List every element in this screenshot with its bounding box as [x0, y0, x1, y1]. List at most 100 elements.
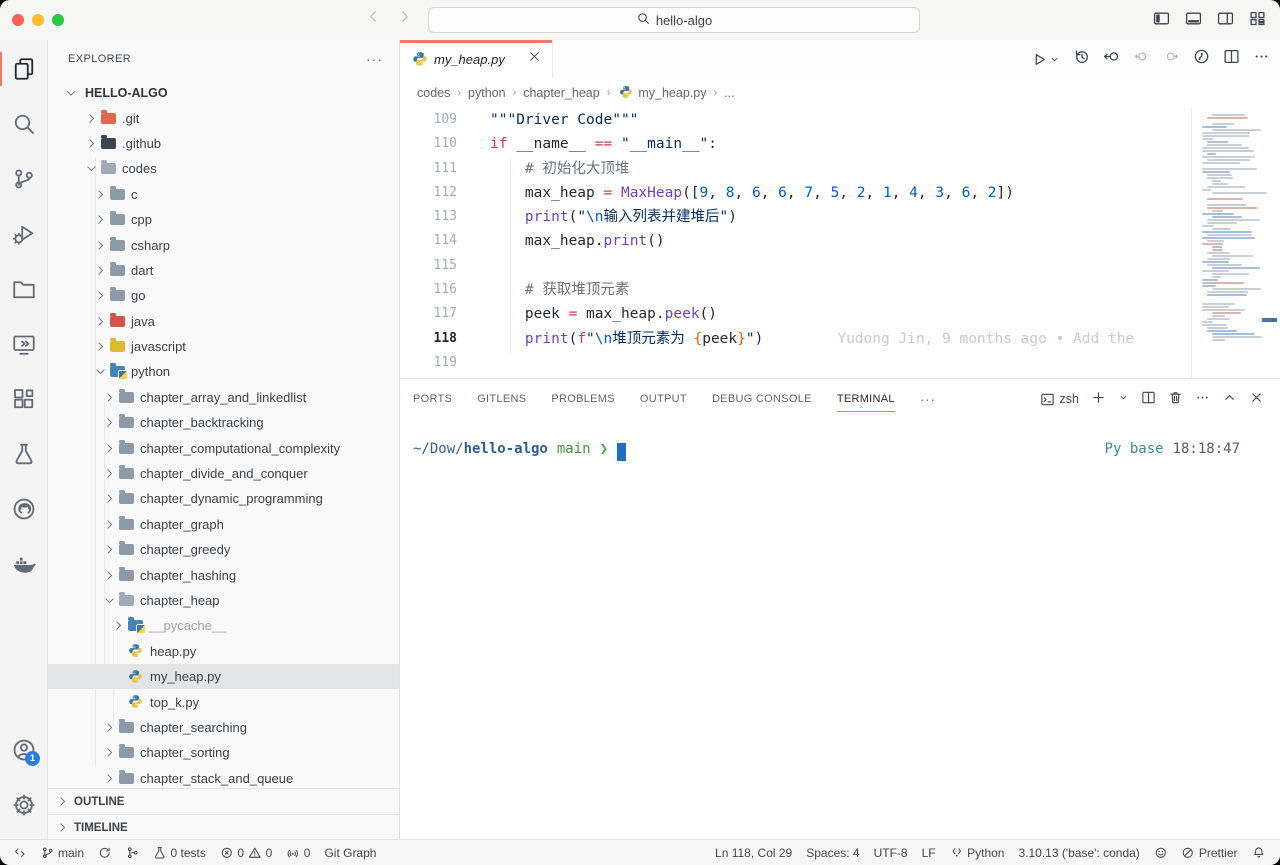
code-line-110[interactable]: 110if __name__ == "__main__":: [400, 132, 1192, 156]
tree-item-chapter-dynamic-programming[interactable]: chapter_dynamic_programming: [48, 486, 399, 511]
tree-item--pycache-[interactable]: __pycache__: [48, 613, 399, 638]
code-line-119[interactable]: 119: [400, 351, 1192, 375]
close-panel-icon[interactable]: [1249, 390, 1264, 408]
terminal-dropdown-icon[interactable]: [1118, 392, 1129, 406]
section-timeline[interactable]: TIMELINE: [48, 814, 399, 840]
tree-item-cpp[interactable]: cpp: [48, 207, 399, 232]
status-problems[interactable]: 00: [213, 840, 279, 865]
activity-search[interactable]: [0, 100, 48, 148]
close-window-button[interactable]: [12, 14, 24, 26]
code-editor[interactable]: 109"""Driver Code"""110if __name__ == "_…: [400, 108, 1192, 380]
tree-item-my-heap-py[interactable]: my_heap.py: [48, 664, 399, 689]
tree-item-c[interactable]: c: [48, 182, 399, 207]
status-gitlens[interactable]: [119, 840, 147, 865]
panel-tabs-more-icon[interactable]: ···: [920, 392, 936, 407]
activity-docker[interactable]: [0, 540, 48, 588]
status-python-interpreter[interactable]: 3.10.13 ('base': conda): [1011, 840, 1146, 865]
tree-item-codes[interactable]: codes: [48, 156, 399, 181]
status-notifications[interactable]: [1245, 840, 1273, 865]
layout-sidebar-right-icon[interactable]: [1217, 10, 1234, 32]
code-line-111[interactable]: 111 # 初始化大顶堆: [400, 157, 1192, 181]
minimize-window-button[interactable]: [32, 14, 44, 26]
file-history-icon[interactable]: [1073, 48, 1090, 70]
status-encoding[interactable]: UTF-8: [867, 840, 915, 865]
status-git-graph[interactable]: Git Graph: [317, 840, 383, 865]
code-line-115[interactable]: 115: [400, 254, 1192, 278]
status-git-branch[interactable]: main: [34, 840, 92, 865]
status-tests[interactable]: 0 tests: [146, 840, 213, 865]
panel-tab-terminal[interactable]: TERMINAL: [837, 393, 895, 405]
split-terminal-icon[interactable]: [1141, 390, 1156, 408]
breadcrumb-chapter-heap[interactable]: chapter_heap: [523, 86, 599, 100]
activity-settings[interactable]: [0, 781, 48, 829]
tab-my-heap[interactable]: my_heap.py: [400, 40, 553, 78]
breadcrumb--[interactable]: ...: [724, 86, 734, 100]
status-prettier[interactable]: Prettier: [1174, 840, 1244, 865]
code-line-114[interactable]: 114 max_heap.print(): [400, 229, 1192, 253]
activity-run-debug[interactable]: [0, 210, 48, 258]
terminal-shell-label[interactable]: zsh: [1040, 392, 1079, 407]
tree-item--github[interactable]: .github: [48, 131, 399, 156]
panel-tab-gitlens[interactable]: GITLENS: [477, 393, 526, 405]
code-line-113[interactable]: 113 print("\n输入列表并建堆后"): [400, 205, 1192, 229]
zoom-window-button[interactable]: [52, 14, 64, 26]
tree-item-chapter-array-and-linkedlist[interactable]: chapter_array_and_linkedlist: [48, 385, 399, 410]
more-actions-icon[interactable]: [1253, 48, 1270, 70]
commit-graph-icon[interactable]: [1193, 48, 1210, 70]
code-line-112[interactable]: 112 max_heap = MaxHeap([9, 8, 6, 6, 7, 5…: [400, 181, 1192, 205]
tree-item-go[interactable]: go: [48, 283, 399, 308]
panel-tab-ports[interactable]: PORTS: [413, 393, 452, 405]
activity-extensions[interactable]: [0, 375, 48, 423]
layout-customize-icon[interactable]: [1249, 10, 1266, 32]
tree-item-chapter-backtracking[interactable]: chapter_backtracking: [48, 410, 399, 435]
minimap[interactable]: [1191, 108, 1280, 380]
code-line-109[interactable]: 109"""Driver Code""": [400, 108, 1192, 132]
tree-item-chapter-searching[interactable]: chapter_searching: [48, 715, 399, 740]
open-changes-icon[interactable]: [1103, 48, 1120, 70]
new-terminal-icon[interactable]: [1091, 390, 1106, 408]
panel-tab-problems[interactable]: PROBLEMS: [551, 393, 615, 405]
back-icon[interactable]: [366, 9, 381, 29]
code-line-118[interactable]: 118 print(f"\n堆顶元素为 {peek}")Yudong Jin, …: [400, 327, 1192, 351]
tree-item-python[interactable]: python: [48, 359, 399, 384]
kill-terminal-icon[interactable]: [1168, 390, 1183, 408]
status-language-mode[interactable]: Python: [943, 840, 1012, 865]
tree-item-chapter-hashing[interactable]: chapter_hashing: [48, 562, 399, 587]
activity-github[interactable]: [0, 485, 48, 533]
status-sync-changes[interactable]: [91, 840, 119, 865]
tree-item-chapter-computational-complexity[interactable]: chapter_computational_complexity: [48, 435, 399, 460]
activity-folder[interactable]: [0, 265, 48, 313]
maximize-panel-icon[interactable]: [1222, 390, 1237, 408]
activity-testing[interactable]: [0, 430, 48, 478]
layout-panel-icon[interactable]: [1185, 10, 1202, 32]
tree-item-top-k-py[interactable]: top_k.py: [48, 689, 399, 714]
tree-item-chapter-heap[interactable]: chapter_heap: [48, 588, 399, 613]
tree-item-chapter-greedy[interactable]: chapter_greedy: [48, 537, 399, 562]
breadcrumb-python[interactable]: python: [468, 86, 506, 100]
command-center-search[interactable]: hello-algo: [428, 7, 920, 33]
more-icon[interactable]: [1195, 390, 1210, 408]
tree-item-chapter-sorting[interactable]: chapter_sorting: [48, 740, 399, 765]
status-remote-indicator[interactable]: [6, 840, 34, 865]
tree-item-dart[interactable]: dart: [48, 258, 399, 283]
activity-remote-explorer[interactable]: [0, 320, 48, 368]
activity-source-control[interactable]: [0, 155, 48, 203]
breadcrumb-codes[interactable]: codes: [417, 86, 450, 100]
tree-item-heap-py[interactable]: heap.py: [48, 639, 399, 664]
tree-item-chapter-graph[interactable]: chapter_graph: [48, 512, 399, 537]
tree-item-javascript[interactable]: javascript: [48, 334, 399, 359]
layout-sidebar-left-icon[interactable]: [1153, 10, 1170, 32]
breadcrumb-my-heap-py[interactable]: my_heap.py: [617, 85, 706, 101]
code-line-117[interactable]: 117 peek = max_heap.peek(): [400, 302, 1192, 326]
status-feedback[interactable]: [1147, 840, 1175, 865]
tree-root-hello-algo[interactable]: HELLO-ALGO: [48, 80, 399, 105]
activity-explorer[interactable]: [0, 45, 48, 93]
section-outline[interactable]: OUTLINE: [48, 788, 399, 814]
tree-item-csharp[interactable]: csharp: [48, 232, 399, 257]
tree-item--git[interactable]: .git: [48, 105, 399, 130]
status-indentation[interactable]: Spaces: 4: [799, 840, 866, 865]
terminal[interactable]: ~/Dow/hello-algomain❯ Py base 18:18:47: [413, 441, 1240, 459]
tree-item-chapter-divide-and-conquer[interactable]: chapter_divide_and_conquer: [48, 461, 399, 486]
status-eol[interactable]: LF: [915, 840, 943, 865]
panel-tab-debug-console[interactable]: DEBUG CONSOLE: [712, 393, 812, 405]
